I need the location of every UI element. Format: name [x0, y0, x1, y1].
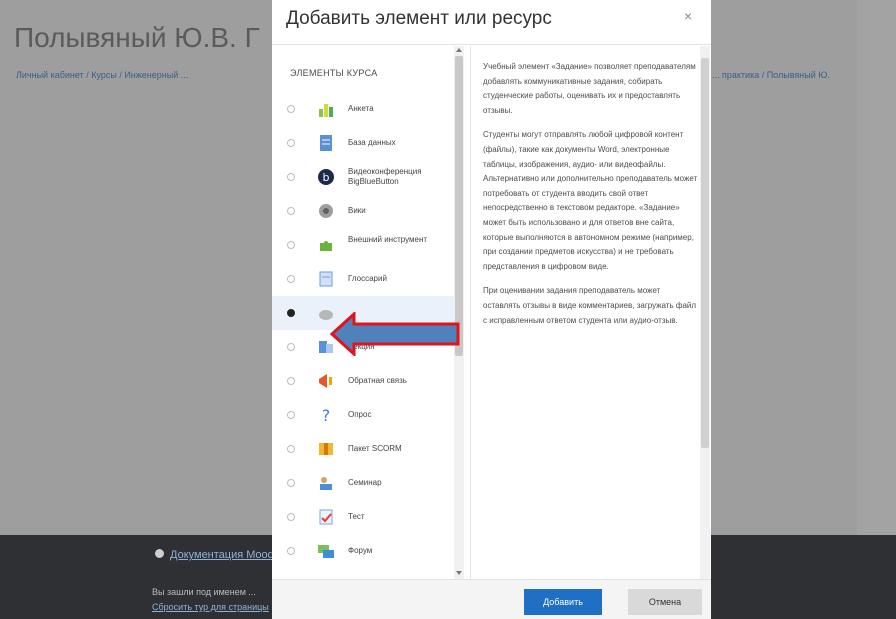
scorm-package-icon — [316, 439, 336, 459]
activity-option[interactable]: Семинар — [272, 466, 454, 500]
activity-label: Опрос — [348, 410, 372, 419]
activity-option[interactable]: Анкета — [272, 92, 454, 126]
activity-radio[interactable] — [287, 275, 295, 283]
info-icon — [155, 549, 164, 558]
bigbluebutton-icon: b — [316, 167, 336, 187]
add-activity-dialog: Добавить элемент или ресурс × ЭЛЕМЕНТЫ К… — [272, 0, 711, 619]
activity-option[interactable]: Тест — [272, 500, 454, 534]
cancel-button[interactable]: Отмена — [628, 589, 702, 615]
footer-help-link[interactable]: Документация Moodle — [170, 549, 282, 561]
footer-reset-tour-link[interactable]: Сбросить тур для страницы — [152, 602, 269, 612]
activity-radio[interactable] — [287, 309, 295, 317]
activity-description: Учебный элемент «Задание» позволяет преп… — [483, 60, 699, 338]
activity-radio[interactable] — [287, 479, 295, 487]
scroll-down-icon[interactable] — [456, 571, 462, 575]
description-pane: Учебный элемент «Задание» позволяет преп… — [470, 46, 711, 579]
activity-label: Вики — [348, 206, 366, 215]
activity-radio[interactable] — [287, 377, 295, 385]
activity-option[interactable]: Обратная связь — [272, 364, 454, 398]
header-divider — [272, 44, 711, 45]
course-title: Полывяный Ю.В. Г — [14, 22, 260, 53]
activity-radio[interactable] — [287, 445, 295, 453]
activity-option[interactable]: ? Опрос — [272, 398, 454, 432]
description-paragraph: Студенты могут отправлять любой цифровой… — [483, 130, 698, 271]
activity-radio[interactable] — [287, 547, 295, 555]
activity-label: Внешний инструмент — [348, 235, 428, 244]
puzzle-icon — [316, 235, 336, 255]
activity-option[interactable]: Вики — [272, 194, 454, 228]
page-edge — [857, 0, 896, 535]
activity-label: Глоссарий — [348, 274, 387, 283]
activity-radio[interactable] — [287, 411, 295, 419]
svg-text:b: b — [323, 171, 330, 184]
dialog-title: Добавить элемент или ресурс — [286, 8, 552, 29]
svg-text:?: ? — [322, 406, 331, 425]
description-paragraph: Учебный элемент «Задание» позволяет преп… — [483, 62, 696, 115]
activity-label: Форум — [348, 546, 373, 555]
activity-radio[interactable] — [287, 173, 295, 181]
forum-icon — [316, 541, 336, 561]
activity-radio[interactable] — [287, 105, 295, 113]
description-scrollbar[interactable] — [700, 46, 710, 579]
scrollbar-thumb[interactable] — [701, 58, 709, 448]
activity-option[interactable]: База данных — [272, 126, 454, 160]
activity-label: Пакет SCORM — [348, 444, 402, 453]
footer-login-info: Вы зашли под именем ... — [152, 587, 256, 597]
database-icon — [316, 133, 336, 153]
activity-label: База данных — [348, 138, 396, 147]
activity-option[interactable]: b Видеоконференция BigBlueButton — [272, 160, 454, 194]
description-paragraph: При оценивании задания преподаватель мож… — [483, 286, 697, 325]
feedback-icon — [316, 371, 336, 391]
scroll-up-icon[interactable] — [456, 48, 462, 52]
section-header: ЭЛЕМЕНТЫ КУРСА — [290, 68, 378, 78]
activity-option[interactable]: Пакет SCORM — [272, 432, 454, 466]
breadcrumb[interactable]: Личный кабинет / Курсы / Инженерный ... — [16, 70, 188, 80]
activity-label: Семинар — [348, 478, 382, 487]
activity-option[interactable]: Внешний инструмент — [272, 228, 454, 262]
activity-option[interactable]: Глоссарий — [272, 262, 454, 296]
activity-radio[interactable] — [287, 513, 295, 521]
add-button[interactable]: Добавить — [524, 589, 602, 615]
dialog-footer: Добавить Отмена — [272, 579, 711, 619]
wiki-icon — [316, 201, 336, 221]
survey-chart-icon — [316, 99, 336, 119]
activity-label: Тест — [348, 512, 365, 521]
activity-radio[interactable] — [287, 207, 295, 215]
activity-label: Видеоконференция BigBlueButton — [348, 167, 422, 186]
activity-radio[interactable] — [287, 139, 295, 147]
breadcrumb-tail[interactable]: ... практика / Полывяный Ю. — [712, 70, 830, 80]
close-icon[interactable]: × — [684, 8, 692, 24]
activity-radio[interactable] — [287, 241, 295, 249]
glossary-icon — [316, 269, 336, 289]
quiz-icon — [316, 507, 336, 527]
activity-label: Обратная связь — [348, 376, 407, 385]
scrollbar-thumb[interactable] — [455, 56, 463, 356]
choice-question-icon: ? — [316, 405, 336, 425]
activity-label: Анкета — [348, 104, 374, 113]
workshop-icon — [316, 473, 336, 493]
annotation-arrow-icon — [330, 312, 460, 356]
activity-option[interactable]: Форум — [272, 534, 454, 568]
activity-radio[interactable] — [287, 343, 295, 351]
